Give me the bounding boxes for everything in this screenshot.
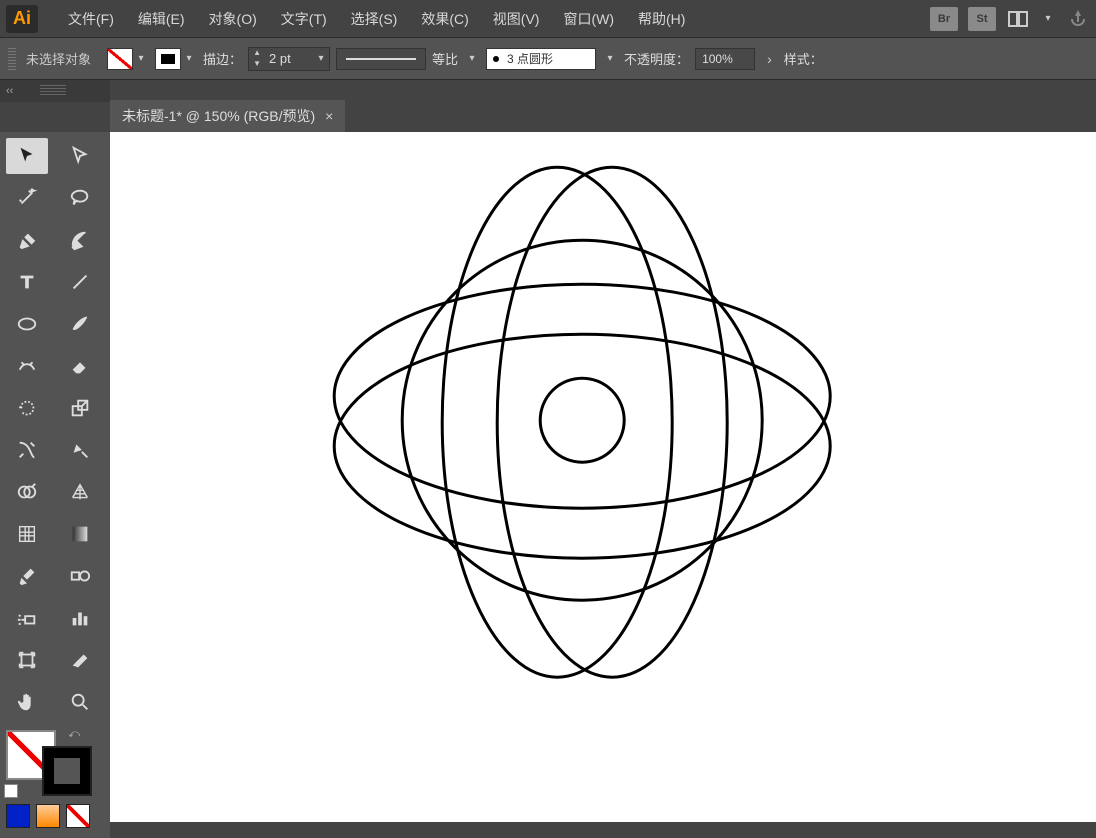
document-tab[interactable]: 未标题-1* @ 150% (RGB/预览) × — [110, 100, 345, 132]
rotate-tool[interactable] — [6, 390, 48, 426]
slice-tool[interactable] — [59, 642, 101, 678]
opacity-label[interactable]: 不透明度： — [624, 49, 689, 68]
hand-tool[interactable] — [6, 684, 48, 720]
panel-grip[interactable] — [40, 85, 66, 95]
arrange-documents-icon[interactable] — [1006, 7, 1030, 31]
opacity-input[interactable]: 100% — [695, 48, 755, 70]
menu-edit[interactable]: 编辑(E) — [126, 3, 197, 35]
mesh-tool[interactable] — [6, 516, 48, 552]
eyedropper-tool[interactable] — [6, 558, 48, 594]
fill-dropdown[interactable]: ▾ — [133, 48, 149, 70]
default-fill-stroke-icon[interactable] — [4, 784, 18, 798]
symbol-sprayer-tool[interactable] — [6, 600, 48, 636]
fill-stroke-indicator[interactable]: ⤺ — [6, 730, 92, 796]
magic-wand-tool[interactable] — [6, 180, 48, 216]
tab-close-icon[interactable]: × — [325, 108, 333, 124]
menu-select[interactable]: 选择(S) — [339, 3, 410, 35]
stroke-weight-stepper[interactable]: ▲ ▼ 2 pt ▾ — [248, 47, 330, 71]
menu-view[interactable]: 视图(V) — [481, 3, 552, 35]
stroke-swatch[interactable] — [155, 48, 181, 70]
app-logo: Ai — [6, 5, 38, 33]
type-tool[interactable] — [6, 264, 48, 300]
opacity-more[interactable]: › — [761, 51, 778, 67]
color-mode-gradient[interactable] — [36, 804, 60, 828]
fill-swatch[interactable] — [107, 48, 133, 70]
shaper-tool[interactable] — [6, 348, 48, 384]
brush-dot-icon — [493, 56, 499, 62]
panel-collapse-strip[interactable]: ‹‹ — [0, 80, 110, 102]
profile-dropdown[interactable]: ▾ — [464, 48, 480, 70]
gradient-tool[interactable] — [59, 516, 101, 552]
lasso-tool[interactable] — [59, 180, 101, 216]
stroke-indicator[interactable] — [42, 746, 92, 796]
document-tabbar: 未标题-1* @ 150% (RGB/预览) × — [110, 100, 1096, 132]
free-transform-tool[interactable] — [59, 432, 101, 468]
profile-label: 等比 — [432, 49, 458, 68]
menu-help[interactable]: 帮助(H) — [626, 3, 697, 35]
menu-window[interactable]: 窗口(W) — [551, 3, 626, 35]
brush-definition[interactable]: 3 点圆形 — [486, 48, 596, 70]
artwork — [322, 152, 842, 712]
menubar: Ai 文件(F) 编辑(E) 对象(O) 文字(T) 选择(S) 效果(C) 视… — [0, 0, 1096, 38]
menu-file[interactable]: 文件(F) — [56, 3, 126, 35]
scale-tool[interactable] — [59, 390, 101, 426]
collapse-chevrons-icon: ‹‹ — [6, 85, 13, 97]
tool-grid — [6, 138, 104, 720]
selection-status: 未选择对象 — [26, 49, 91, 68]
stroke-profile-preview[interactable] — [336, 48, 426, 70]
menu-object[interactable]: 对象(O) — [197, 3, 269, 35]
width-tool[interactable] — [6, 432, 48, 468]
stroke-weight-value[interactable]: 2 pt — [265, 51, 313, 66]
zoom-tool[interactable] — [59, 684, 101, 720]
stroke-weight-dropdown[interactable]: ▾ — [313, 48, 329, 70]
tab-title: 未标题-1* @ 150% (RGB/预览) — [122, 106, 315, 126]
stroke-weight-up[interactable]: ▲ — [249, 48, 265, 59]
control-grip — [8, 48, 16, 70]
color-mode-solid[interactable] — [6, 804, 30, 828]
menu-effect[interactable]: 效果(C) — [409, 3, 480, 35]
canvas[interactable] — [110, 132, 1096, 822]
line-tool[interactable] — [59, 264, 101, 300]
stock-button[interactable]: St — [968, 7, 996, 31]
curvature-tool[interactable] — [59, 222, 101, 258]
swap-fill-stroke-icon[interactable]: ⤺ — [68, 728, 80, 741]
sync-icon[interactable] — [1066, 7, 1090, 31]
stroke-weight-down[interactable]: ▼ — [249, 59, 265, 70]
color-mode-none[interactable] — [66, 804, 90, 828]
shape-builder-tool[interactable] — [6, 474, 48, 510]
brush-dropdown[interactable]: ▾ — [602, 48, 618, 70]
artboard-tool[interactable] — [6, 642, 48, 678]
column-graph-tool[interactable] — [59, 600, 101, 636]
perspective-grid-tool[interactable] — [59, 474, 101, 510]
blend-tool[interactable] — [59, 558, 101, 594]
selection-tool[interactable] — [6, 138, 48, 174]
control-bar: 未选择对象 ▾ ▾ 描边： ▲ ▼ 2 pt ▾ 等比 ▾ 3 点圆形 ▾ 不透… — [0, 38, 1096, 80]
direct-selection-tool[interactable] — [59, 138, 101, 174]
style-label[interactable]: 样式： — [784, 49, 823, 68]
paintbrush-tool[interactable] — [59, 306, 101, 342]
pen-tool[interactable] — [6, 222, 48, 258]
bridge-button[interactable]: Br — [930, 7, 958, 31]
brush-label: 3 点圆形 — [507, 50, 553, 67]
menu-type[interactable]: 文字(T) — [269, 3, 339, 35]
ellipse-tool[interactable] — [6, 306, 48, 342]
arrange-dropdown[interactable]: ▾ — [1040, 8, 1056, 30]
eraser-tool[interactable] — [59, 348, 101, 384]
stroke-dropdown[interactable]: ▾ — [181, 48, 197, 70]
toolbar: ⤺ — [0, 132, 110, 838]
stroke-label[interactable]: 描边： — [203, 49, 242, 68]
